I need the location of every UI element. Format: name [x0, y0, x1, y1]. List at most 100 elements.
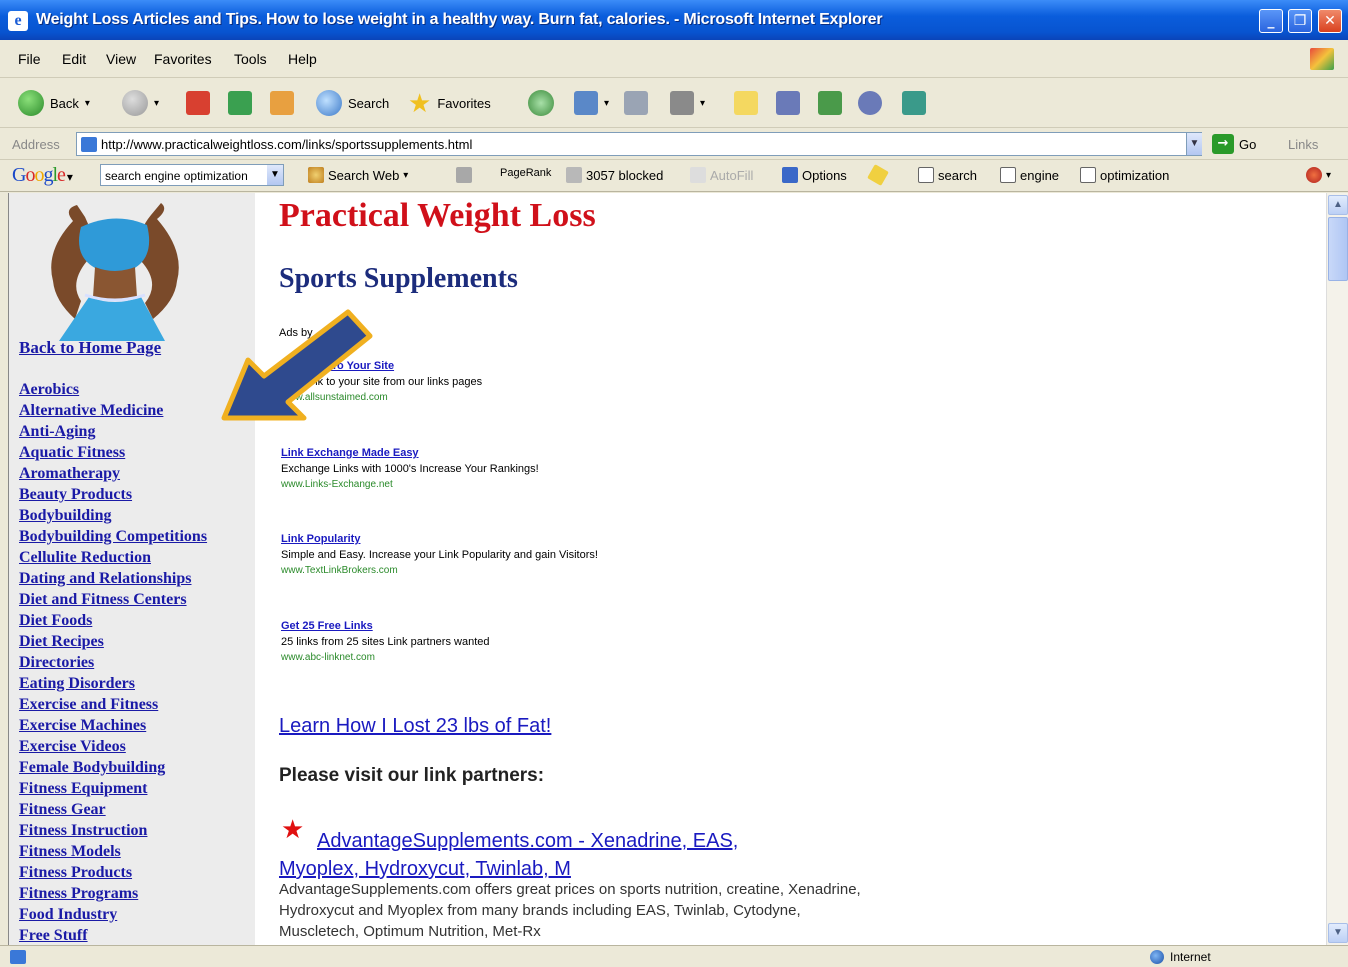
category-link[interactable]: Aquatic Fitness: [19, 442, 207, 463]
category-link[interactable]: Bodybuilding Competitions: [19, 526, 207, 547]
word-find-engine[interactable]: engine: [1000, 167, 1059, 183]
menu-favorites[interactable]: Favorites: [154, 51, 212, 67]
ad-title-link[interactable]: Link Popularity: [281, 533, 981, 545]
category-link[interactable]: Aromatherapy: [19, 463, 207, 484]
close-button[interactable]: ✕: [1318, 9, 1342, 33]
forward-button[interactable]: ▾: [122, 88, 159, 118]
print-button[interactable]: [624, 88, 648, 118]
category-link[interactable]: Fitness Programs: [19, 883, 207, 904]
category-link[interactable]: Bodybuilding: [19, 505, 207, 526]
category-link[interactable]: Eating Disorders: [19, 673, 207, 694]
category-link[interactable]: Alternative Medicine: [19, 400, 207, 421]
stop-icon: [186, 91, 210, 115]
word-find-search[interactable]: search: [918, 167, 977, 183]
favorites-button[interactable]: ★ Favorites: [408, 88, 491, 118]
windows-logo-icon: [1310, 48, 1334, 70]
category-link[interactable]: Exercise Machines: [19, 715, 207, 736]
learn-how-link[interactable]: Learn How I Lost 23 lbs of Fat!: [279, 715, 551, 738]
category-link[interactable]: Exercise Videos: [19, 736, 207, 757]
ad-title-link[interactable]: Get 25 Free Links: [281, 620, 981, 632]
partner-link[interactable]: AdvantageSupplements.com - Xenadrine, EA…: [279, 827, 819, 883]
news-button[interactable]: [456, 167, 472, 183]
google-search-input[interactable]: search engine optimization ▼: [100, 164, 284, 186]
search-web-button[interactable]: Search Web ▾: [308, 167, 408, 183]
address-label: Address: [12, 137, 60, 152]
status-bar: Internet: [0, 945, 1348, 967]
home-button[interactable]: [270, 88, 294, 118]
scroll-thumb[interactable]: [1328, 217, 1348, 281]
edit-button[interactable]: ▾: [670, 88, 705, 118]
page-icon: [81, 137, 97, 152]
chevron-down-icon: ▾: [84, 97, 90, 109]
links-button[interactable]: Links: [1288, 137, 1318, 152]
chevron-down-icon: ▾: [1326, 169, 1332, 181]
minimize-button[interactable]: _: [1259, 9, 1283, 33]
category-link[interactable]: Female Bodybuilding: [19, 757, 207, 778]
go-button[interactable]: → Go: [1212, 133, 1256, 155]
history-button[interactable]: [528, 88, 554, 118]
back-button[interactable]: Back ▾: [18, 88, 90, 118]
page-heading: Sports Supplements: [279, 263, 518, 294]
arrow-annotation-icon: [221, 309, 373, 421]
ad-url[interactable]: www.Links-Exchange.net: [281, 479, 981, 490]
scroll-up-button[interactable]: ▲: [1328, 195, 1348, 215]
category-link[interactable]: Free Stuff: [19, 925, 207, 945]
category-link[interactable]: Food Industry: [19, 904, 207, 925]
highlight-button[interactable]: [867, 164, 889, 186]
category-link[interactable]: Fitness Equipment: [19, 778, 207, 799]
options-icon: [782, 167, 798, 183]
maximize-button[interactable]: ❐: [1288, 9, 1312, 33]
go-arrow-icon: →: [1212, 134, 1234, 154]
scroll-down-button[interactable]: ▼: [1328, 923, 1348, 943]
autofill-label: AutoFill: [710, 167, 754, 183]
discuss-button[interactable]: [858, 88, 882, 118]
ad-url[interactable]: www.TextLinkBrokers.com: [281, 565, 981, 576]
category-link[interactable]: Aerobics: [19, 379, 207, 400]
category-link[interactable]: Exercise and Fitness: [19, 694, 207, 715]
category-link[interactable]: Diet Recipes: [19, 631, 207, 652]
title-bar[interactable]: e Weight Loss Articles and Tips. How to …: [0, 0, 1348, 40]
address-input[interactable]: http://www.practicalweightloss.com/links…: [76, 132, 1202, 156]
folder-button[interactable]: [734, 88, 758, 118]
ad-url[interactable]: www.abc-linknet.com: [281, 652, 981, 663]
menu-help[interactable]: Help: [288, 51, 317, 67]
ad-title-link[interactable]: Link Exchange Made Easy: [281, 447, 981, 459]
translate-button[interactable]: ▾: [1306, 167, 1331, 183]
menu-view[interactable]: View: [106, 51, 136, 67]
vertical-scrollbar[interactable]: ▲ ▼: [1326, 193, 1348, 945]
messenger-button[interactable]: [776, 88, 800, 118]
menu-tools[interactable]: Tools: [234, 51, 267, 67]
word-find-optimization[interactable]: optimization: [1080, 167, 1169, 183]
refresh-button[interactable]: [228, 88, 252, 118]
category-link[interactable]: Fitness Gear: [19, 799, 207, 820]
research-button[interactable]: [818, 88, 842, 118]
mail-button[interactable]: ▾: [574, 88, 609, 118]
autofill-icon: [690, 167, 706, 183]
category-link[interactable]: Directories: [19, 652, 207, 673]
category-link[interactable]: Dating and Relationships: [19, 568, 207, 589]
pagerank-indicator[interactable]: PageRank: [500, 167, 551, 179]
popup-blocker-button[interactable]: 3057 blocked: [566, 167, 663, 183]
category-link[interactable]: Fitness Products: [19, 862, 207, 883]
category-link[interactable]: Beauty Products: [19, 484, 207, 505]
stop-button[interactable]: [186, 88, 210, 118]
back-to-home-link[interactable]: Back to Home Page: [19, 338, 161, 358]
category-link[interactable]: Diet Foods: [19, 610, 207, 631]
category-link[interactable]: Fitness Models: [19, 841, 207, 862]
chevron-down-icon[interactable]: ▼: [267, 165, 283, 185]
category-link[interactable]: Diet and Fitness Centers: [19, 589, 207, 610]
refresh-icon: [228, 91, 252, 115]
news-icon: [456, 167, 472, 183]
google-logo[interactable]: Google ▾: [12, 164, 73, 187]
autofill-button[interactable]: AutoFill: [690, 167, 753, 183]
address-dropdown-button[interactable]: ▼: [1186, 133, 1202, 155]
page-viewport: Back to Home Page Aerobics Alternative M…: [8, 193, 1326, 945]
menu-file[interactable]: File: [18, 51, 41, 67]
extra-tool-button[interactable]: [902, 88, 926, 118]
category-link[interactable]: Fitness Instruction: [19, 820, 207, 841]
category-link[interactable]: Anti-Aging: [19, 421, 207, 442]
search-button[interactable]: Search: [316, 88, 389, 118]
category-link[interactable]: Cellulite Reduction: [19, 547, 207, 568]
menu-edit[interactable]: Edit: [62, 51, 86, 67]
options-button[interactable]: Options: [782, 167, 847, 183]
